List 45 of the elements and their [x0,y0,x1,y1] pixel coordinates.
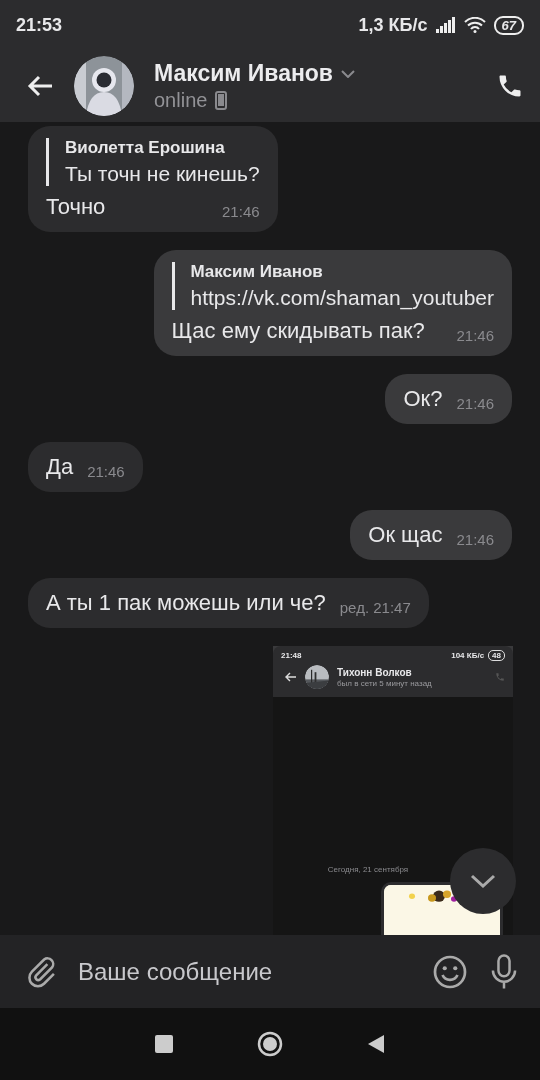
contact-status: online [154,89,208,112]
phone-device-icon [215,91,228,110]
network-speed: 104 КБ/с [451,651,485,660]
message-time: ред. 21:47 [339,599,411,616]
message-bubble[interactable]: Ок? 21:46 [385,374,512,424]
smiley-icon [432,953,468,990]
message-time: 21:46 [222,203,260,220]
network-speed: 1,3 КБ/с [358,14,428,36]
battery-level: 67 [493,15,524,35]
reply-author: Виолетта Ерошина [65,138,226,158]
message-text: Да [46,454,74,480]
chevron-down-icon [470,874,496,888]
date-label: Сегодня, 21 сентября [327,865,409,874]
signal-icon [435,17,456,33]
status-time: 21:48 [281,651,302,660]
message-time: 21:46 [456,327,494,344]
reply-text: Ты точн не кинешь? [65,162,260,186]
message-text: А ты 1 пак можешь или че? [46,590,326,616]
message-bubble[interactable]: Максим Иванов https://vk.com/shaman_youtuber Щас ему скидывать пак? 21:46 [153,250,512,356]
message-text: Ок? [403,386,443,412]
message-bubble[interactable]: Ок щас 21:46 [350,510,512,560]
message-text: Щас ему скидывать пак? [171,318,425,344]
chevron-down-icon[interactable] [341,69,355,78]
message-bubble[interactable]: Виолетта Ерошина Ты точн не кинешь? Точно 21:46 [28,126,278,232]
phone-icon [495,672,505,682]
contact-name: Тихонн Волков [337,666,413,678]
back-icon [285,672,297,682]
message-text: Точно [46,194,106,220]
message-text: Ок щас [368,522,443,548]
message-time: 21:46 [456,531,494,548]
wifi-icon [463,17,486,33]
contact-name[interactable]: Максим Иванов [154,60,333,87]
emoji-button[interactable] [432,953,468,990]
back-icon[interactable] [367,1034,385,1054]
back-icon[interactable] [26,74,54,98]
message-bubble[interactable]: Да 21:46 [28,442,143,492]
message-bubble[interactable]: А ты 1 пак можешь или че? ред. 21:47 [28,578,429,628]
message-time: 21:46 [456,395,494,412]
contact-status: был в сети 5 минут назад [337,678,433,688]
message-time: 21:46 [87,463,125,480]
status-time: 21:53 [16,14,63,36]
reply-text: https://vk.com/shaman_youtuber [190,286,494,310]
home-icon[interactable] [257,1031,283,1057]
battery-level: 48 [488,650,505,661]
reply-author: Максим Иванов [190,262,324,282]
